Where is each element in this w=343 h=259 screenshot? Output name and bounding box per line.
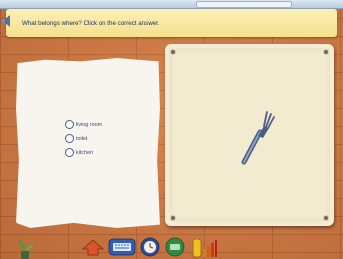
disk-icon[interactable] (164, 237, 186, 257)
clock-icon[interactable] (140, 237, 160, 257)
nail-icon (171, 216, 175, 220)
nail-icon (171, 50, 175, 54)
fork-icon (241, 111, 275, 165)
window-tab (196, 1, 292, 8)
option-living-room[interactable]: living room (65, 120, 102, 129)
answer-options: living room toilet kitchen (65, 120, 102, 157)
nail-icon (324, 216, 328, 220)
option-label: living room (76, 121, 103, 128)
speaker-icon[interactable] (1, 14, 15, 28)
radio-button[interactable] (65, 120, 74, 129)
plant-icon[interactable] (14, 237, 36, 259)
radio-button[interactable] (65, 148, 74, 157)
window-title-strip (0, 0, 343, 9)
keyboard-icon[interactable] (108, 238, 136, 256)
option-kitchen[interactable]: kitchen (65, 148, 102, 157)
radio-button[interactable] (65, 134, 74, 143)
back-arrow-icon[interactable] (82, 237, 104, 257)
nail-icon (324, 50, 328, 54)
option-label: toilet (76, 135, 88, 142)
option-toilet[interactable]: toilet (65, 134, 102, 143)
question-text: What belongs where? Click on the correct… (22, 19, 160, 27)
bottom-toolbar (0, 233, 343, 259)
option-label: kitchen (76, 149, 94, 156)
level-bars-icon[interactable] (192, 237, 218, 259)
question-banner: What belongs where? Click on the correct… (6, 9, 337, 37)
